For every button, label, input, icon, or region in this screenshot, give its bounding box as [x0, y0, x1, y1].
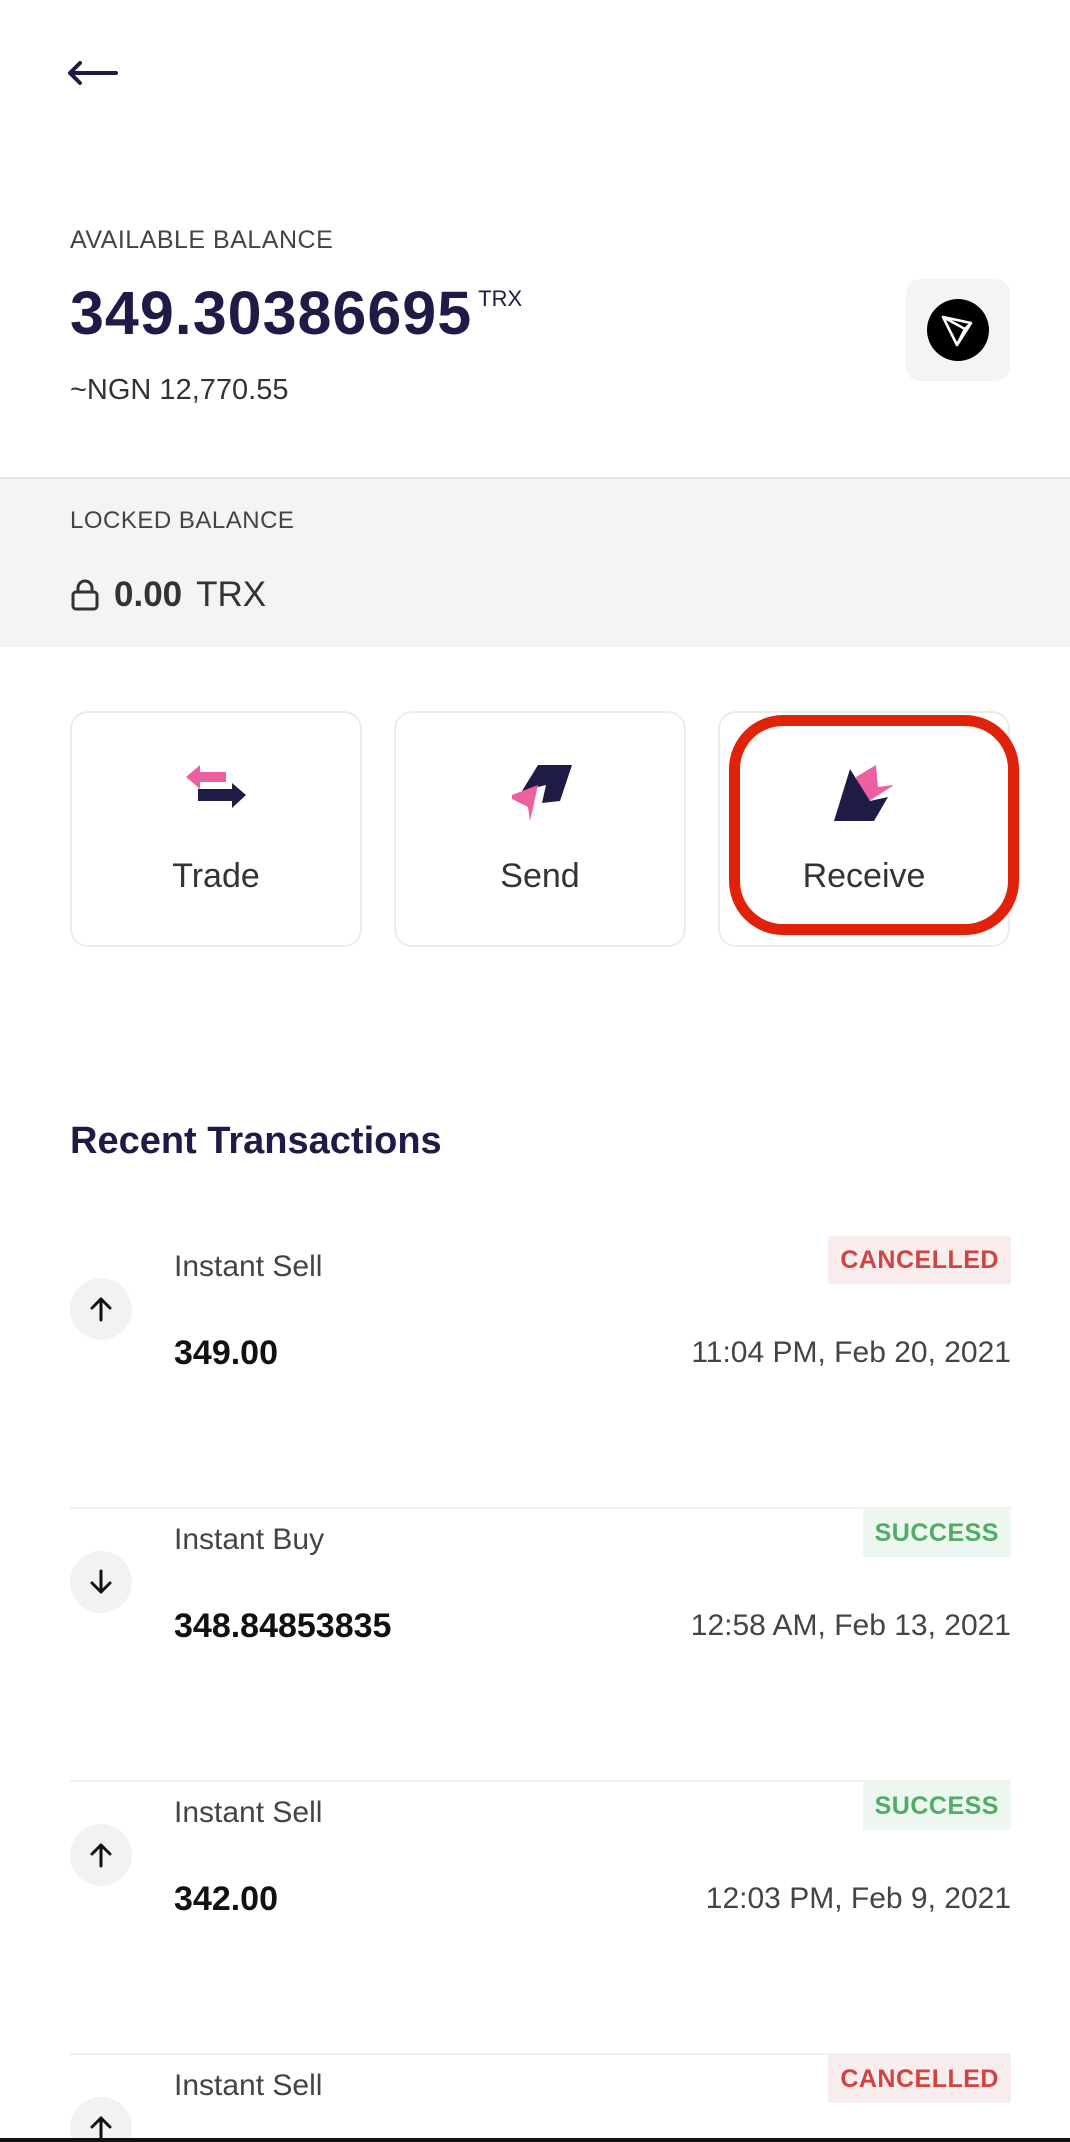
balance-amount-row: 349.30386695 TRX [70, 278, 522, 348]
send-label: Send [500, 857, 580, 895]
back-button[interactable] [64, 58, 124, 98]
available-balance-label: AVAILABLE BALANCE [70, 226, 334, 254]
transaction-type: Instant Buy [174, 1523, 325, 1556]
arrow-up-icon [70, 2097, 132, 2142]
screen-bottom-edge [0, 2138, 1070, 2142]
balance-amount: 349.30386695 [70, 279, 473, 347]
transaction-row[interactable]: Instant Sell CANCELLED [70, 2055, 1011, 2142]
locked-balance-amount: 0.00 [114, 575, 183, 614]
recent-transactions-title: Recent Transactions [70, 1120, 442, 1162]
coin-selector-button[interactable] [906, 279, 1010, 381]
transaction-amount: 342.00 [174, 1880, 278, 1918]
transaction-time: 11:04 PM, Feb 20, 2021 [691, 1336, 1011, 1369]
status-badge: CANCELLED [828, 1236, 1011, 1284]
send-icon [512, 765, 572, 821]
transaction-type: Instant Sell [174, 2069, 323, 2102]
status-badge: CANCELLED [828, 2055, 1011, 2103]
status-badge: SUCCESS [862, 1509, 1011, 1557]
receive-icon [834, 765, 894, 821]
transaction-type: Instant Sell [174, 1796, 323, 1829]
tron-logo-icon [927, 299, 989, 361]
transaction-row[interactable]: Instant Sell 342.00 SUCCESS 12:03 PM, Fe… [70, 1782, 1011, 2055]
arrow-up-icon [70, 1824, 132, 1886]
transaction-amount: 349.00 [174, 1334, 278, 1372]
status-badge: SUCCESS [862, 1782, 1011, 1830]
transaction-time: 12:58 AM, Feb 13, 2021 [690, 1609, 1011, 1642]
receive-button[interactable]: Receive [718, 711, 1010, 947]
locked-balance-unit: TRX [196, 575, 267, 614]
trade-icon [186, 765, 246, 808]
balance-fiat-value: ~NGN 12,770.55 [70, 374, 289, 406]
send-button[interactable]: Send [394, 711, 686, 947]
trade-label: Trade [172, 857, 260, 895]
locked-balance-section: LOCKED BALANCE 0.00 TRX [0, 477, 1070, 647]
lock-icon [71, 579, 99, 611]
locked-balance-row: 0.00 TRX [70, 575, 266, 615]
receive-label: Receive [802, 857, 926, 895]
transaction-type: Instant Sell [174, 1250, 323, 1283]
arrow-left-icon [68, 61, 118, 85]
transaction-amount: 348.84853835 [174, 1607, 392, 1645]
transaction-time: 12:03 PM, Feb 9, 2021 [705, 1882, 1011, 1915]
arrow-down-icon [70, 1551, 132, 1613]
trade-button[interactable]: Trade [70, 711, 362, 947]
transaction-row[interactable]: Instant Buy 348.84853835 SUCCESS 12:58 A… [70, 1509, 1011, 1782]
arrow-up-icon [70, 1278, 132, 1340]
balance-unit: TRX [478, 286, 523, 311]
locked-balance-label: LOCKED BALANCE [70, 507, 295, 534]
transaction-row[interactable]: Instant Sell 349.00 CANCELLED 11:04 PM, … [70, 1236, 1011, 1509]
